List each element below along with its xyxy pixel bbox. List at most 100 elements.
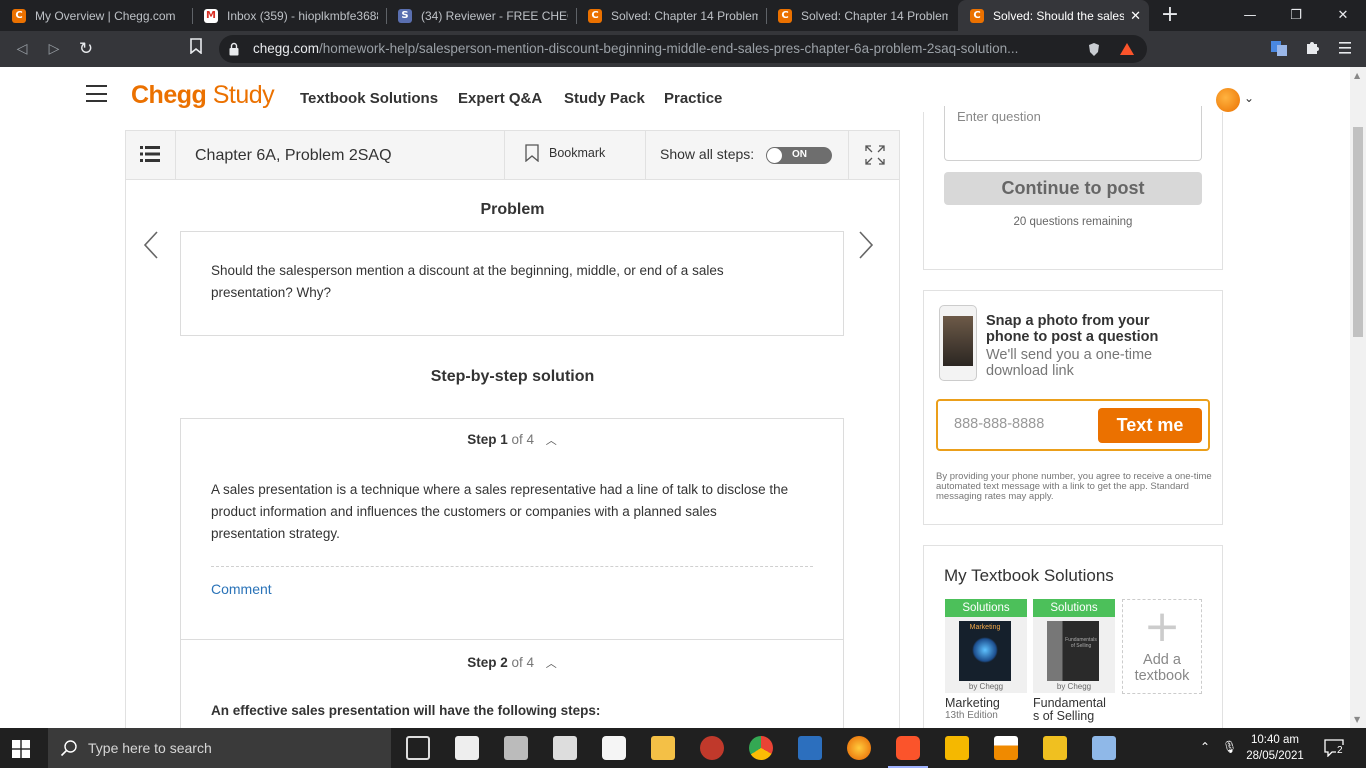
step-count: of 4 xyxy=(511,655,535,670)
nav-practice[interactable]: Practice xyxy=(664,90,722,107)
reload-icon[interactable]: ↻ xyxy=(74,37,98,61)
chevron-up-icon[interactable]: ︿ xyxy=(546,432,557,448)
media-app-icon[interactable] xyxy=(700,736,724,760)
browser-tab[interactable]: C My Overview | Chegg.com xyxy=(0,0,192,31)
my-textbooks-title: My Textbook Solutions xyxy=(944,566,1114,585)
chapter-title: Chapter 6A, Problem 2SAQ xyxy=(195,147,392,164)
step-header[interactable]: Step 1 of 4 ︿ xyxy=(181,432,843,448)
comment-link[interactable]: Comment xyxy=(211,581,272,597)
add-textbook-button[interactable]: + Add a textbook xyxy=(1122,599,1202,694)
notepad-icon[interactable] xyxy=(455,736,479,760)
calculator-icon[interactable] xyxy=(553,736,577,760)
taskbar-search[interactable]: Type here to search xyxy=(48,728,391,768)
scrollbar-thumb[interactable] xyxy=(1353,127,1363,337)
firefox-icon[interactable] xyxy=(847,736,871,760)
dictionary-app-icon[interactable] xyxy=(504,736,528,760)
brave-browser-icon[interactable] xyxy=(888,736,928,768)
new-tab-button[interactable]: + xyxy=(1158,3,1182,27)
phone-number-field[interactable]: 888-888-8888 Text me xyxy=(936,399,1210,451)
url-text: chegg.com/homework-help/salesperson-ment… xyxy=(253,41,1083,56)
list-icon[interactable] xyxy=(140,145,160,163)
problem-text: Should the salesperson mention a discoun… xyxy=(211,260,724,304)
notification-count: 2 xyxy=(1336,745,1344,756)
forward-icon[interactable]: ▷ xyxy=(42,37,66,61)
camera-icon[interactable] xyxy=(602,736,626,760)
expand-icon[interactable] xyxy=(865,145,885,165)
hamburger-menu-icon[interactable] xyxy=(86,85,107,102)
textbook-item[interactable]: Solutions Fundamentals of Selling by Che… xyxy=(1033,599,1115,723)
nav-expert-qa[interactable]: Expert Q&A xyxy=(458,90,542,107)
avatar[interactable] xyxy=(1216,88,1240,112)
back-icon[interactable]: ◁ xyxy=(10,37,34,61)
book-cover-image: Fundamentals of Selling xyxy=(1047,621,1099,681)
browser-tab[interactable]: M Inbox (359) - hioplkmbfe3688 xyxy=(192,0,386,31)
by-chegg: by Chegg xyxy=(968,682,1004,691)
nav-study-pack[interactable]: Study Pack xyxy=(564,90,645,107)
pdf-app-icon[interactable] xyxy=(1043,736,1067,760)
mail-app-icon[interactable] xyxy=(798,736,822,760)
text-me-button[interactable]: Text me xyxy=(1098,408,1202,443)
windows-taskbar: Type here to search ⌃ 🎙 10:40 am 28/05/2… xyxy=(0,728,1366,768)
browser-tab[interactable]: C Solved: Chapter 14 Problem 2 xyxy=(576,0,766,31)
divider xyxy=(175,131,176,179)
show-all-steps-toggle[interactable]: ON xyxy=(766,147,832,164)
clock[interactable]: 10:40 am 28/05/2021 xyxy=(1240,732,1310,764)
step-count: of 4 xyxy=(511,432,535,447)
question-placeholder: Enter question xyxy=(957,109,1041,124)
vlc-icon[interactable] xyxy=(994,736,1018,760)
bookmark-button[interactable]: Bookmark xyxy=(549,146,605,160)
chevron-down-icon[interactable]: ⌄ xyxy=(1244,91,1254,105)
chrome-icon[interactable] xyxy=(749,736,773,760)
close-window-button[interactable]: ✕ xyxy=(1320,0,1366,31)
menu-icon[interactable] xyxy=(1337,40,1353,56)
chevron-right-icon[interactable] xyxy=(858,230,874,260)
brave-rewards-icon[interactable] xyxy=(1119,42,1135,56)
browser-tab[interactable]: C Solved: Chapter 14 Problem xyxy=(766,0,956,31)
question-input[interactable]: Enter question xyxy=(944,106,1202,161)
chevron-left-icon[interactable] xyxy=(143,230,159,260)
notes-app-icon[interactable] xyxy=(1092,736,1116,760)
problem-heading: Problem xyxy=(480,201,545,218)
task-view-icon[interactable] xyxy=(406,736,430,760)
file-explorer-icon[interactable] xyxy=(651,736,675,760)
brave-shields-icon[interactable] xyxy=(1087,42,1101,57)
browser-tab-active[interactable]: C Solved: Should the salesp ✕ xyxy=(958,0,1149,31)
chegg-study-logo[interactable]: Chegg Study xyxy=(131,81,275,110)
cover-title: Fundamentals of Selling xyxy=(1065,637,1097,649)
address-bar[interactable]: chegg.com/homework-help/salesperson-ment… xyxy=(219,35,1147,63)
microphone-icon[interactable]: 🎙 xyxy=(1222,740,1237,754)
scroll-down-icon[interactable]: ▼ xyxy=(1354,715,1360,724)
media-player-icon[interactable] xyxy=(945,736,969,760)
chevron-up-icon[interactable]: ︿ xyxy=(546,655,557,671)
puzzle-extensions-icon[interactable] xyxy=(1304,40,1320,56)
step-card: Step 2 of 4 ︿ An effective sales present… xyxy=(180,640,844,728)
tab-close-icon[interactable]: ✕ xyxy=(1130,8,1141,24)
windows-start-icon[interactable] xyxy=(12,740,30,758)
chevron-up-icon[interactable]: ⌃ xyxy=(1200,740,1210,754)
tab-title: Solved: Chapter 14 Problem 2 xyxy=(611,8,758,23)
snap-subtitle-line: download link xyxy=(986,363,1074,379)
minimize-button[interactable]: — xyxy=(1227,0,1273,31)
solution-heading: Step-by-step solution xyxy=(430,368,595,385)
nav-textbook-solutions[interactable]: Textbook Solutions xyxy=(300,90,438,107)
translate-extension-icon[interactable] xyxy=(1271,40,1287,56)
scroll-up-icon[interactable]: ▲ xyxy=(1354,71,1360,80)
page-scrollbar[interactable]: ▲ ▼ xyxy=(1350,67,1366,728)
notification-icon[interactable]: 2 xyxy=(1324,739,1344,758)
toggle-label: ON xyxy=(792,149,807,160)
textbook-item[interactable]: Solutions Marketing by Chegg Marketing 1… xyxy=(945,599,1027,721)
divider xyxy=(211,566,813,567)
chegg-icon: C xyxy=(970,8,984,23)
step-header[interactable]: Step 2 of 4 ︿ xyxy=(181,655,843,671)
bookmark-icon[interactable] xyxy=(525,144,539,162)
snap-subtitle: We'll send you a one-time download link xyxy=(986,347,1152,379)
plus-icon: + xyxy=(1143,601,1181,652)
textbook-name-line: s of Selling xyxy=(1033,709,1095,723)
continue-to-post-button[interactable]: Continue to post xyxy=(944,172,1202,205)
tab-title: Solved: Chapter 14 Problem xyxy=(801,8,948,23)
restore-button[interactable]: ❐ xyxy=(1273,0,1319,31)
solutions-badge: Solutions xyxy=(945,599,1027,617)
solutions-badge: Solutions xyxy=(1033,599,1115,617)
browser-tab[interactable]: S (34) Reviewer - FREE CHEGG xyxy=(386,0,576,31)
bookmark-page-icon[interactable] xyxy=(190,38,202,54)
